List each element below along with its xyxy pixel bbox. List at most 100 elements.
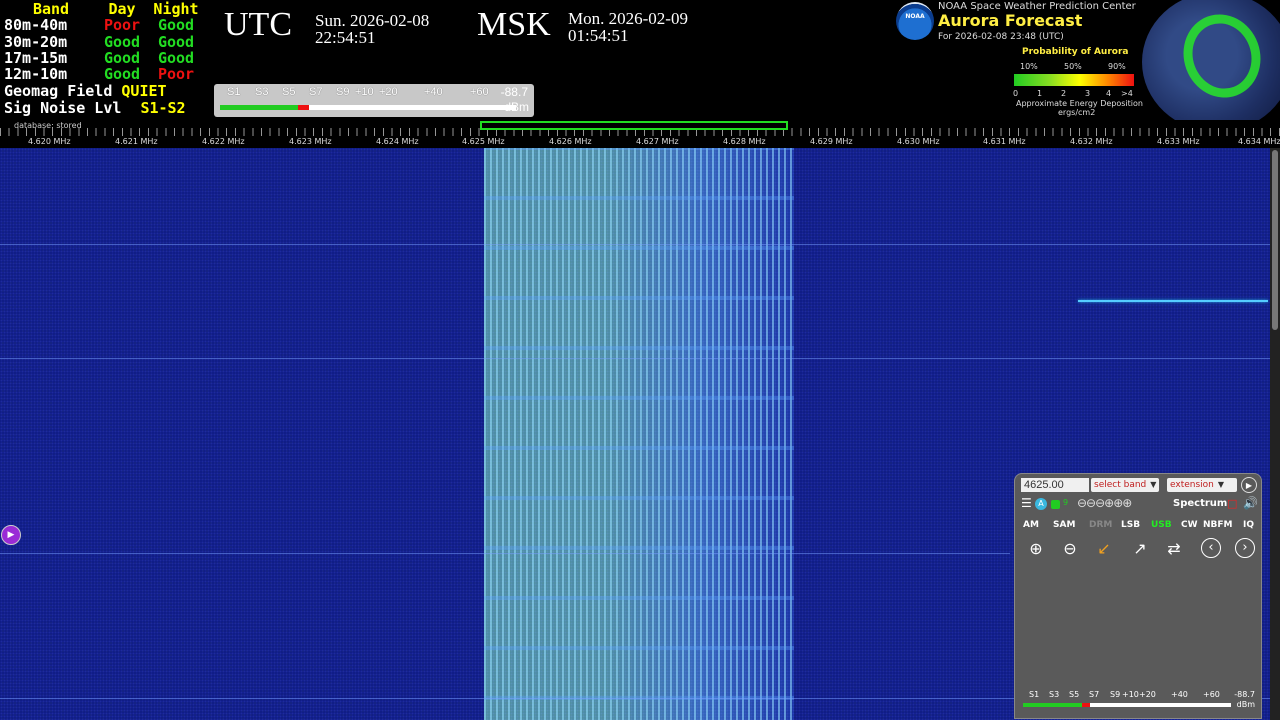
band-row: 17m-15m Good Good xyxy=(4,48,206,67)
smeter-label: +20 xyxy=(1139,690,1156,699)
frequency-scale[interactable]: database: stored 4.620 MHz 4.621 MHz 4.6… xyxy=(0,120,1280,148)
extension-select[interactable]: extension ▼ xyxy=(1167,478,1237,492)
freq-label: 4.623 MHz xyxy=(289,137,332,146)
record-icon[interactable]: □ xyxy=(1227,497,1237,510)
smeter-level-bar xyxy=(220,105,298,110)
smeter-label: S5 xyxy=(1069,690,1080,699)
band-table-header-row: Band Day Night xyxy=(4,0,206,18)
smeter-peak-bar xyxy=(298,105,309,110)
day-header: Day xyxy=(108,0,136,18)
smeter-dbm-value: -88.7 xyxy=(1234,690,1255,699)
play-icon[interactable]: ▶ xyxy=(1241,477,1257,493)
sig-noise-row: Sig Noise Lvl S1-S2 xyxy=(4,99,186,117)
frequency-input[interactable] xyxy=(1021,478,1089,492)
waterfall-scroll-thumb[interactable] xyxy=(1272,150,1278,330)
band-row: 12m-10m Good Poor xyxy=(4,65,206,84)
aurora-energy-tick: 2 xyxy=(1061,89,1067,98)
carrier-trace xyxy=(1078,300,1268,302)
mode-nbfm-button[interactable]: NBFM xyxy=(1203,520,1233,530)
utc-label: UTC xyxy=(224,6,292,43)
geomag-value: QUIET xyxy=(121,82,167,100)
prev-icon[interactable]: ‹ xyxy=(1201,538,1221,558)
mode-cw-button[interactable]: CW xyxy=(1181,520,1198,530)
aurora-color-scale xyxy=(1014,74,1134,86)
freq-label: 4.630 MHz xyxy=(897,137,940,146)
freq-label: 4.625 MHz xyxy=(462,137,505,146)
msk-date: Mon. 2026-02-09 xyxy=(568,9,688,28)
noise-line xyxy=(0,358,1270,359)
aurora-energy-tick: >4 xyxy=(1121,89,1133,98)
aurora-energy-tick: 4 xyxy=(1106,89,1112,98)
band-name: 80m-40m xyxy=(4,16,68,35)
smeter-label: +10 xyxy=(1122,690,1139,699)
freq-label: 4.631 MHz xyxy=(983,137,1026,146)
menu-icon[interactable]: ☰ xyxy=(1021,496,1032,510)
chevron-down-icon: ▼ xyxy=(1217,480,1225,489)
mode-drm-button[interactable]: DRM xyxy=(1089,520,1112,530)
aurora-energy-tick: 0 xyxy=(1013,89,1019,98)
zoom-in-icon[interactable]: ⊕ xyxy=(1025,538,1047,560)
left-panel-toggle-icon[interactable]: ▶ xyxy=(1,525,21,545)
freq-label: 4.632 MHz xyxy=(1070,137,1113,146)
aurora-energy-units: ergs/cm2 xyxy=(1058,108,1096,117)
freq-label: 4.624 MHz xyxy=(376,137,419,146)
next-icon[interactable]: › xyxy=(1235,538,1255,558)
smeter-label: +10 xyxy=(355,86,374,98)
smeter-label: S5 xyxy=(282,86,296,98)
band-select[interactable]: select band ▼ xyxy=(1091,478,1159,492)
smeter-label: S1 xyxy=(1029,690,1040,699)
mode-am-button[interactable]: AM xyxy=(1023,520,1039,530)
auto-icon[interactable]: A xyxy=(1035,498,1047,510)
noise-line xyxy=(0,244,1270,245)
zoom-fit-icon[interactable]: ↙ xyxy=(1093,538,1115,560)
smeter-label: S7 xyxy=(1089,690,1100,699)
freq-label: 4.621 MHz xyxy=(115,137,158,146)
smeter-label: +40 xyxy=(424,86,443,98)
waterfall-nav: ⊕ ⊖ ↙ ↗ ⇄ ‹ › xyxy=(1021,538,1257,562)
aurora-title: Aurora Forecast xyxy=(938,11,1083,30)
band-day-condition: Poor xyxy=(103,16,141,35)
nine-icon[interactable]: 9 xyxy=(1063,498,1068,507)
geomag-label: Geomag Field xyxy=(4,82,113,100)
freq-label: 4.629 MHz xyxy=(810,137,853,146)
mode-sam-button[interactable]: SAM xyxy=(1053,520,1075,530)
mode-usb-button[interactable]: USB xyxy=(1151,520,1172,530)
freq-label: 4.627 MHz xyxy=(636,137,679,146)
noaa-logo-icon: NOAA xyxy=(896,2,934,40)
checkbox-icon[interactable] xyxy=(1051,500,1060,509)
panel-toolbar: ☰ A 9 ⊖⊖⊖⊕⊕⊕ Spectrum □ 🔊 xyxy=(1021,496,1258,512)
zoom-out-icon[interactable]: ⊖ xyxy=(1059,538,1081,560)
aurora-pct-tick: 90% xyxy=(1108,62,1126,71)
night-header: Night xyxy=(153,0,199,18)
band-day-condition: Good xyxy=(103,32,141,51)
smeter-level-bar xyxy=(1023,703,1082,707)
utc-date: Sun. 2026-02-08 xyxy=(315,11,430,30)
chevron-down-icon: ▼ xyxy=(1150,480,1157,489)
smeter-label: S9 xyxy=(1110,690,1121,699)
mode-lsb-button[interactable]: LSB xyxy=(1121,520,1140,530)
sig-noise-value: S1-S2 xyxy=(140,99,186,117)
band-night-condition: Poor xyxy=(157,65,195,84)
zoom-max-icon[interactable]: ↗ xyxy=(1129,538,1151,560)
smeter-label: +60 xyxy=(470,86,489,98)
band-name: 30m-20m xyxy=(4,32,68,51)
band-day-condition: Good xyxy=(103,65,141,84)
aurora-probability-label: Probability of Aurora xyxy=(1022,47,1129,57)
zoom-step-icons[interactable]: ⊖⊖⊖⊕⊕⊕ xyxy=(1077,496,1132,510)
smeter-label: S3 xyxy=(1049,690,1060,699)
sig-noise-label: Sig Noise Lvl xyxy=(4,99,122,117)
spectrum-button[interactable]: Spectrum xyxy=(1173,498,1227,509)
swap-icon[interactable]: ⇄ xyxy=(1163,538,1185,560)
freq-label: 4.628 MHz xyxy=(723,137,766,146)
speaker-icon[interactable]: 🔊 xyxy=(1243,496,1258,510)
aurora-pct-tick: 10% xyxy=(1020,62,1038,71)
band-night-condition: Good xyxy=(157,32,195,51)
msk-label: MSK xyxy=(477,6,551,43)
band-conditions-table: Band Day Night 80m-40m Poor Good 30m-20m… xyxy=(4,0,206,84)
mode-iq-button[interactable]: IQ xyxy=(1243,520,1254,530)
band-name: 12m-10m xyxy=(4,65,68,84)
band-name: 17m-15m xyxy=(4,48,68,67)
signal-waterfall-trace xyxy=(484,148,794,720)
msk-time: 01:54:51 xyxy=(568,26,629,45)
smeter-label: S9 xyxy=(336,86,350,98)
